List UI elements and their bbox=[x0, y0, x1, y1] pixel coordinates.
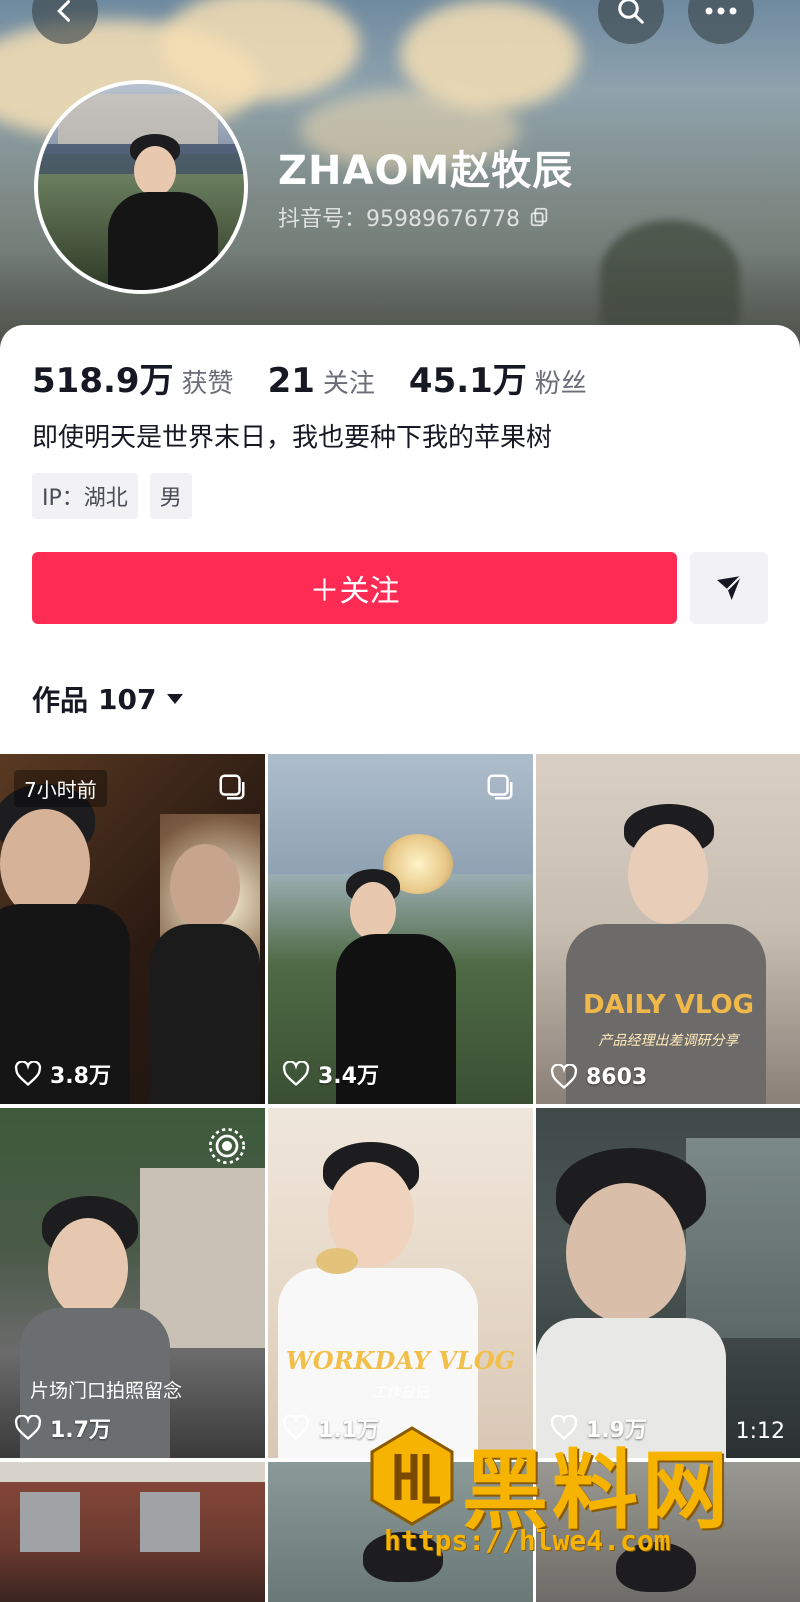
heart-icon bbox=[14, 1415, 42, 1441]
watermark-url: https://hlwe4.com bbox=[384, 1524, 671, 1557]
following-count[interactable]: 21 bbox=[268, 361, 315, 401]
tile-likes: 1.7万 bbox=[14, 1412, 111, 1444]
multi-image-icon bbox=[487, 774, 513, 800]
tile-subcaption: 产品经理出差调研分享 bbox=[598, 1033, 739, 1049]
followers-count[interactable]: 45.1万 bbox=[409, 353, 527, 402]
works-count: 107 bbox=[98, 682, 157, 716]
tile-likes: 3.4万 bbox=[282, 1058, 379, 1090]
video-tile[interactable]: WORKDAY VLOG 工作日记 1.1万 bbox=[268, 1108, 533, 1458]
share-button[interactable] bbox=[690, 552, 768, 624]
video-tile[interactable]: 片场门口拍照留念 1.7万 bbox=[0, 1108, 265, 1458]
likes-label: 获赞 bbox=[181, 369, 234, 399]
video-tile[interactable]: DAILY VLOG 产品经理出差调研分享 8603 bbox=[536, 754, 800, 1104]
likes-count: 518.9万 bbox=[32, 361, 174, 401]
likes-count: 3.8万 bbox=[50, 1064, 111, 1089]
douyin-id[interactable]: 抖音号：95989676778 bbox=[278, 201, 550, 233]
likes-count: 1.7万 bbox=[50, 1418, 111, 1443]
following-label[interactable]: 关注 bbox=[323, 363, 375, 400]
tile-caption: WORKDAY VLOG bbox=[285, 1346, 516, 1375]
tile-likes: 3.8万 bbox=[14, 1058, 111, 1090]
tile-caption: DAILY VLOG bbox=[583, 990, 754, 1020]
post-time: 7小时前 bbox=[14, 770, 107, 807]
works-tab[interactable]: 作品 107 bbox=[32, 679, 184, 719]
avatar[interactable] bbox=[34, 80, 248, 294]
tile-caption: 片场门口拍照留念 bbox=[30, 1380, 183, 1402]
profile-card: 518.9万 获赞 21 关注 45.1万 粉丝 即使明天是世界末日，我也要种下… bbox=[0, 325, 800, 740]
likes-count: 3.4万 bbox=[318, 1064, 379, 1089]
video-tile[interactable] bbox=[0, 1462, 265, 1602]
gender-tag: 男 bbox=[149, 473, 192, 519]
works-label: 作品 bbox=[32, 684, 89, 717]
heart-icon bbox=[282, 1415, 310, 1441]
tile-likes: 1.1万 bbox=[282, 1412, 379, 1444]
heart-icon bbox=[282, 1061, 310, 1087]
stats-row: 518.9万 获赞 21 关注 45.1万 粉丝 bbox=[32, 353, 621, 402]
douyin-id-text: 抖音号：95989676778 bbox=[278, 207, 520, 232]
video-tile[interactable]: 7小时前 3.8万 bbox=[0, 754, 265, 1104]
heart-icon bbox=[550, 1064, 578, 1090]
tile-likes: 8603 bbox=[550, 1064, 647, 1090]
search-icon bbox=[618, 0, 644, 24]
profile-name: ZHAOM赵牧辰 bbox=[278, 148, 574, 194]
heart-icon bbox=[14, 1061, 42, 1087]
ip-tag: IP：湖北 bbox=[32, 473, 138, 519]
video-tile[interactable]: 1:12 1.9万 bbox=[536, 1108, 800, 1458]
multi-image-icon bbox=[219, 774, 245, 800]
watermark-logo-icon bbox=[370, 1426, 454, 1526]
chevron-left-icon bbox=[57, 0, 71, 22]
live-photo-icon bbox=[209, 1128, 245, 1164]
followers-label[interactable]: 粉丝 bbox=[535, 363, 587, 400]
tags: IP：湖北 男 bbox=[32, 473, 192, 519]
watermark: 黑料网 https://hlwe4.com bbox=[370, 1420, 770, 1570]
more-dots-icon bbox=[705, 7, 737, 15]
send-arrow-icon bbox=[717, 575, 742, 600]
tile-subcaption: 工作日记 bbox=[372, 1385, 429, 1401]
bio: 即使明天是世界末日，我也要种下我的苹果树 bbox=[32, 423, 553, 453]
video-tile[interactable]: 3.4万 bbox=[268, 754, 533, 1104]
follow-button[interactable]: ＋关注 bbox=[32, 552, 677, 624]
copy-icon[interactable] bbox=[528, 206, 550, 228]
likes-count: 8603 bbox=[586, 1064, 648, 1090]
caret-down-icon bbox=[167, 694, 184, 704]
